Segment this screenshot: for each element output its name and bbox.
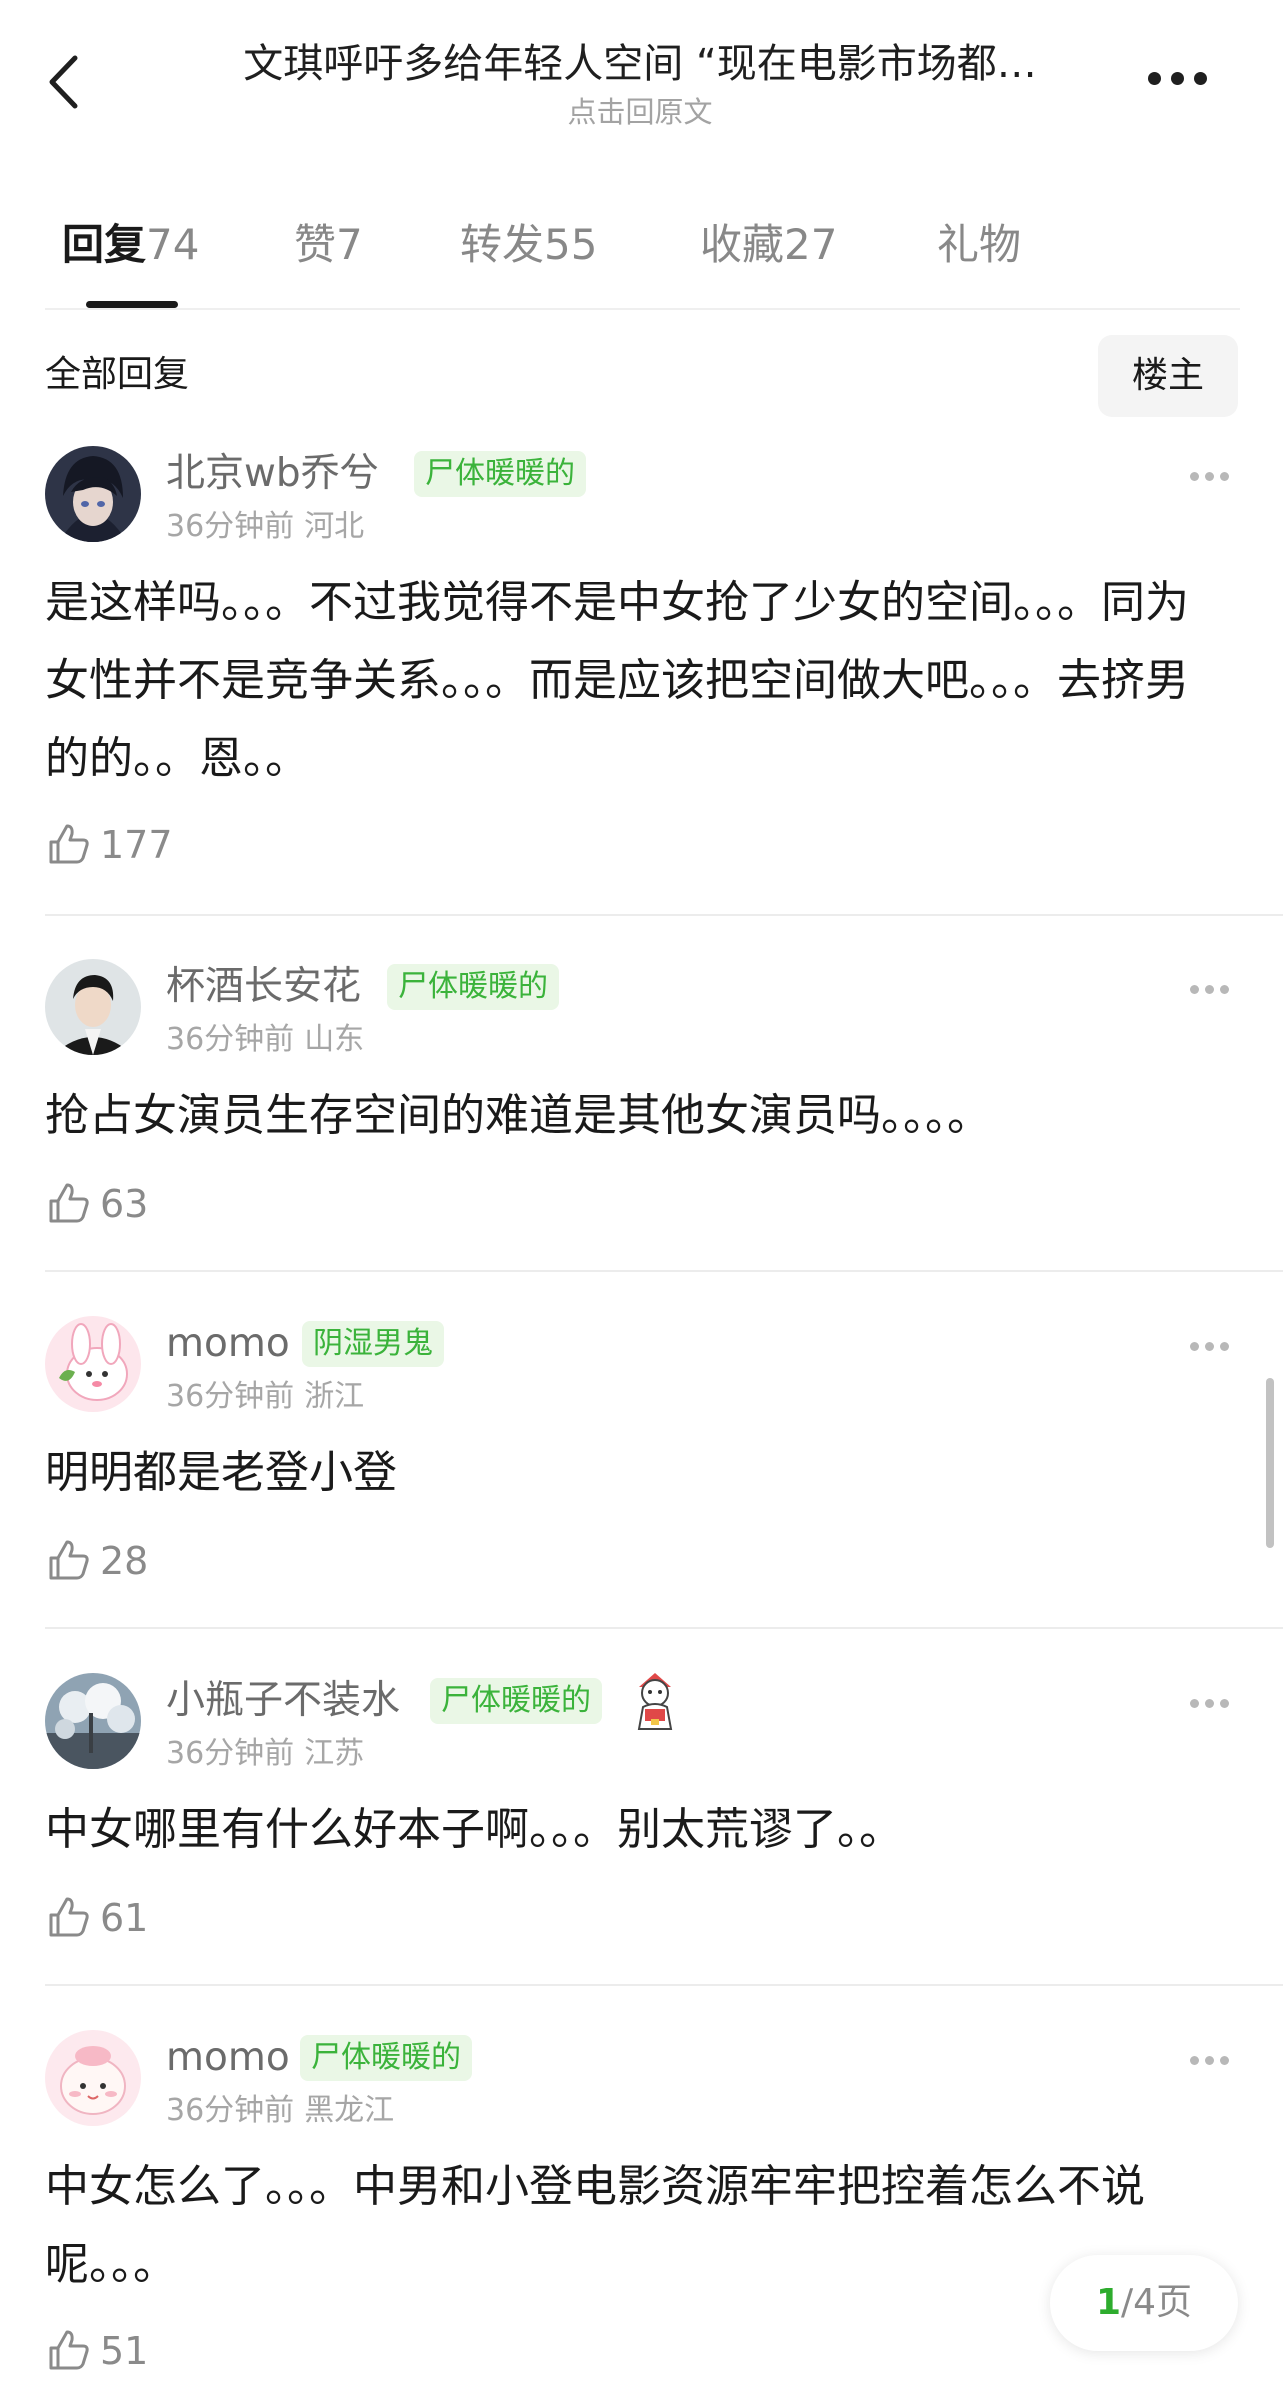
tab-reposts[interactable]: 转发55 bbox=[460, 215, 597, 275]
back-to-original-link[interactable]: 点击回原文 bbox=[190, 92, 1090, 132]
comment-item: 北京wb乔兮 尸体暖暖的 36分钟前 河北 是这样吗。。。不过我觉得不是中女抢了少… bbox=[0, 446, 1283, 916]
username[interactable]: 杯酒长安花 bbox=[166, 961, 361, 1013]
comment-time: 36分钟前 bbox=[166, 1379, 295, 1414]
divider bbox=[45, 1270, 1283, 1272]
comment-time: 36分钟前 bbox=[166, 1736, 295, 1771]
divider bbox=[45, 1627, 1283, 1629]
comment-text: 中女哪里有什么好本子啊。。。别太荒谬了。。 bbox=[45, 1804, 903, 1855]
user-tag[interactable]: 尸体暖暖的 bbox=[414, 451, 586, 497]
like-count: 63 bbox=[100, 1182, 149, 1226]
cartoon-badge-icon bbox=[637, 1673, 673, 1730]
avatar[interactable] bbox=[45, 1316, 141, 1412]
total-pages: /4页 bbox=[1121, 2282, 1193, 2323]
thumbs-up-icon bbox=[49, 1897, 89, 1937]
comment-text: 抢占女演员生存空间的难道是其他女演员吗。。。。 bbox=[45, 1090, 991, 1141]
avatar[interactable] bbox=[45, 1673, 141, 1769]
user-tag[interactable]: 尸体暖暖的 bbox=[387, 964, 559, 1010]
comment-location: 黑龙江 bbox=[304, 2093, 395, 2128]
username[interactable]: momo bbox=[166, 2032, 290, 2084]
avatar[interactable] bbox=[45, 446, 141, 542]
tab-gifts[interactable]: 礼物 bbox=[937, 215, 1021, 275]
divider bbox=[45, 914, 1283, 916]
active-tab-indicator bbox=[86, 301, 178, 308]
divider bbox=[45, 1984, 1283, 1986]
thumbs-up-icon bbox=[49, 824, 89, 864]
comment-text: 是这样吗。。。不过我觉得不是中女抢了少女的空间。。。同为女性并不是竞争关系。。。… bbox=[45, 577, 1189, 784]
current-page: 1 bbox=[1095, 2282, 1121, 2323]
comment-text: 明明都是老登小登 bbox=[45, 1447, 397, 1498]
page-indicator-button[interactable]: 1/4页 bbox=[1050, 2255, 1238, 2351]
like-count: 51 bbox=[100, 2329, 149, 2373]
comment-meta: 36分钟前 浙江 bbox=[166, 1376, 364, 1418]
comment-location: 河北 bbox=[304, 509, 365, 544]
like-count: 61 bbox=[100, 1896, 149, 1940]
comment-item: 小瓶子不装水 尸体暖暖的 36分钟前 江苏 中女哪里有什么好本子啊。。。别太荒谬了… bbox=[0, 1673, 1283, 1983]
back-button[interactable] bbox=[30, 40, 100, 120]
thumbs-up-icon bbox=[49, 1540, 89, 1580]
comment-meta: 36分钟前 河北 bbox=[166, 506, 364, 548]
comment-more-button[interactable] bbox=[1190, 1693, 1240, 1713]
scrollbar[interactable] bbox=[1266, 1378, 1274, 1548]
tab-favorites[interactable]: 收藏27 bbox=[700, 215, 837, 275]
divider bbox=[45, 308, 1240, 310]
comment-meta: 36分钟前 黑龙江 bbox=[166, 2090, 394, 2132]
comment-more-button[interactable] bbox=[1190, 979, 1240, 999]
comment-time: 36分钟前 bbox=[166, 2093, 295, 2128]
comment-time: 36分钟前 bbox=[166, 1022, 295, 1057]
thumbs-up-icon bbox=[49, 2330, 89, 2370]
more-dots-icon bbox=[1190, 1699, 1199, 1708]
comment-meta: 36分钟前 山东 bbox=[166, 1019, 364, 1061]
like-count: 177 bbox=[100, 823, 173, 867]
like-count: 28 bbox=[100, 1539, 149, 1583]
more-dots-icon bbox=[1190, 2056, 1199, 2065]
chevron-left-icon bbox=[49, 55, 78, 109]
tab-replies[interactable]: 回复74 bbox=[62, 215, 199, 275]
comment-location: 江苏 bbox=[304, 1736, 365, 1771]
more-dots-icon bbox=[1190, 1342, 1199, 1351]
comment-location: 浙江 bbox=[304, 1379, 365, 1414]
thumbs-up-icon bbox=[49, 1183, 89, 1223]
tab-bar: 回复74 赞7 转发55 收藏27 礼物 bbox=[0, 205, 1283, 310]
page-title: 文琪呼吁多给年轻人空间 “现在电影市场都… bbox=[243, 41, 1037, 87]
user-tag[interactable]: 尸体暖暖的 bbox=[300, 2035, 472, 2081]
username[interactable]: 小瓶子不装水 bbox=[166, 1675, 400, 1727]
owner-only-button[interactable]: 楼主 bbox=[1098, 335, 1238, 417]
avatar[interactable] bbox=[45, 2030, 141, 2126]
avatar[interactable] bbox=[45, 959, 141, 1055]
comment-time: 36分钟前 bbox=[166, 509, 295, 544]
username[interactable]: momo bbox=[166, 1318, 290, 1370]
title-block[interactable]: 文琪呼吁多给年轻人空间 “现在电影市场都… 点击回原文 bbox=[190, 38, 1090, 132]
comment-more-button[interactable] bbox=[1190, 1336, 1240, 1356]
comment-item: momo 阴湿男鬼 36分钟前 浙江 明明都是老登小登 28 bbox=[0, 1316, 1283, 1626]
user-tag[interactable]: 尸体暖暖的 bbox=[430, 1678, 602, 1724]
comment-location: 山东 bbox=[304, 1022, 365, 1057]
more-button[interactable] bbox=[1148, 60, 1228, 100]
more-dots-icon bbox=[1148, 72, 1161, 85]
more-dots-icon bbox=[1190, 985, 1199, 994]
more-dots-icon bbox=[1190, 472, 1199, 481]
comment-item: 杯酒长安花 尸体暖暖的 36分钟前 山东 抢占女演员生存空间的难道是其他女演员吗。… bbox=[0, 959, 1283, 1269]
comment-more-button[interactable] bbox=[1190, 2050, 1240, 2070]
top-bar: 文琪呼吁多给年轻人空间 “现在电影市场都… 点击回原文 bbox=[0, 0, 1283, 150]
comment-meta: 36分钟前 江苏 bbox=[166, 1733, 364, 1775]
tab-likes[interactable]: 赞7 bbox=[294, 215, 363, 275]
all-replies-label: 全部回复 bbox=[45, 354, 190, 395]
user-tag[interactable]: 阴湿男鬼 bbox=[302, 1321, 444, 1367]
comment-more-button[interactable] bbox=[1190, 466, 1240, 486]
username[interactable]: 北京wb乔兮 bbox=[166, 448, 379, 500]
